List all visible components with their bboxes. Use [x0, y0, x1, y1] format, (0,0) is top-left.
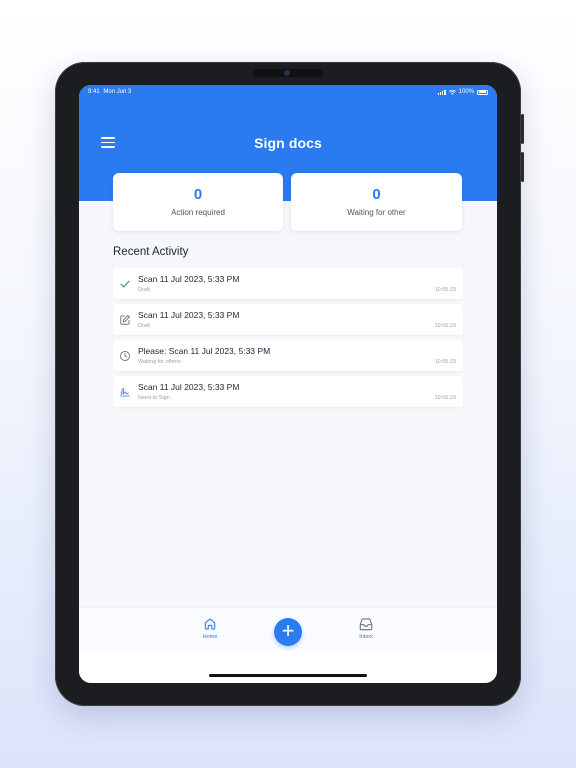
item-name: Please: Scan 11 Jul 2023, 5:33 PM — [138, 346, 271, 356]
waiting-for-other-count: 0 — [372, 186, 381, 203]
item-time: 10:05:23 — [434, 287, 456, 293]
list-item[interactable]: Scan 11 Jul 2023, 5:33 PM Draft 10:05:23 — [113, 268, 463, 299]
list-item[interactable]: Scan 11 Jul 2023, 5:33 PM Draft 10:05:23 — [113, 304, 463, 335]
recent-activity-list: Scan 11 Jul 2023, 5:33 PM Draft 10:05:23… — [113, 268, 463, 412]
recent-activity-title: Recent Activity — [113, 246, 189, 258]
tablet-device: 9:41 Mon Jun 3 100% Sign docs 0 Action r… — [55, 62, 524, 706]
volume-button — [521, 114, 524, 144]
home-icon — [204, 618, 216, 630]
item-status: Waiting for others — [138, 359, 181, 365]
status-time: 9:41 — [88, 89, 100, 95]
tab-inbox-label: Inbox — [359, 634, 373, 640]
tab-home[interactable]: Home — [190, 617, 230, 640]
item-status: Draft — [138, 287, 150, 293]
waiting-for-other-label: Waiting for other — [347, 208, 406, 217]
bottom-tab-bar: Home + Inbox — [79, 607, 497, 651]
signature-icon — [120, 388, 130, 397]
item-name: Scan 11 Jul 2023, 5:33 PM — [138, 310, 240, 320]
status-bar: 9:41 Mon Jun 3 100% — [79, 85, 497, 99]
plus-icon: + — [281, 618, 295, 643]
power-button — [521, 152, 524, 182]
clock-icon — [120, 351, 130, 361]
item-status: Draft — [138, 323, 150, 329]
list-item[interactable]: Please: Scan 11 Jul 2023, 5:33 PM Waitin… — [113, 340, 463, 371]
status-date: Mon Jun 3 — [103, 89, 132, 95]
wifi-icon — [448, 89, 456, 95]
check-icon — [120, 280, 130, 288]
front-camera — [253, 69, 323, 77]
inbox-icon — [359, 618, 373, 631]
edit-icon — [120, 315, 130, 325]
action-required-card[interactable]: 0 Action required — [113, 173, 283, 231]
app-screen: 9:41 Mon Jun 3 100% Sign docs 0 Action r… — [79, 85, 497, 683]
item-time: 10:05:23 — [434, 323, 456, 329]
battery-percent: 100% — [458, 89, 474, 95]
add-document-button[interactable]: + — [274, 618, 302, 646]
tab-inbox[interactable]: Inbox — [346, 617, 386, 640]
item-name: Scan 11 Jul 2023, 5:33 PM — [138, 382, 240, 392]
list-item[interactable]: Scan 11 Jul 2023, 5:33 PM Need to Sign 1… — [113, 376, 463, 407]
item-status: Need to Sign — [138, 395, 170, 401]
home-indicator[interactable] — [209, 674, 367, 677]
item-time: 10:05:23 — [434, 359, 456, 365]
waiting-for-other-card[interactable]: 0 Waiting for other — [291, 173, 462, 231]
battery-icon — [477, 89, 488, 95]
page-title: Sign docs — [254, 135, 322, 151]
action-required-count: 0 — [193, 186, 203, 203]
action-required-label: Action required — [171, 208, 225, 217]
bottom-safe-area — [79, 651, 497, 683]
item-name: Scan 11 Jul 2023, 5:33 PM — [138, 274, 240, 284]
cellular-signal-icon — [437, 89, 446, 95]
item-time: 10:05:23 — [434, 395, 456, 401]
tab-home-label: Home — [202, 634, 218, 640]
